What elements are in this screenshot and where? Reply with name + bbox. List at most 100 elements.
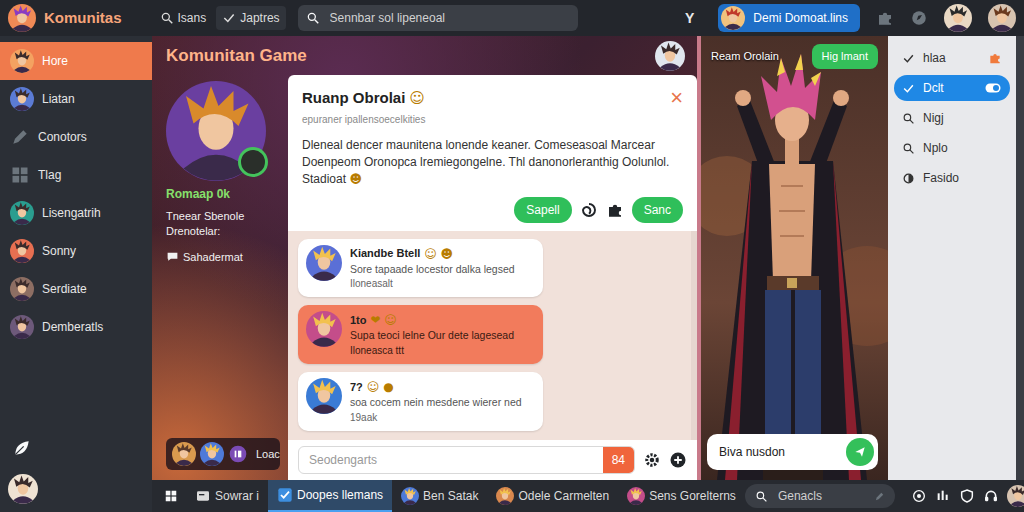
side-menu-item[interactable]: Fasido	[894, 165, 1010, 191]
count-badge[interactable]: 84	[603, 446, 634, 474]
gear-icon[interactable]	[643, 451, 661, 469]
close-button[interactable]: ×	[670, 87, 683, 109]
dot-icon[interactable]	[911, 488, 927, 504]
message-item[interactable]: 7?☺ ●soa cocem nein mesdene wierer ned19…	[298, 372, 543, 431]
sidebar-label[interactable]: Serdiate	[42, 280, 87, 298]
taskbar-label[interactable]: Doopes llemans	[297, 486, 383, 504]
sidebar-label[interactable]: Liatan	[42, 90, 75, 108]
member-avatar-icon[interactable]	[655, 41, 685, 71]
taskbar-item[interactable]: Sowrar i	[186, 480, 268, 512]
side-menu-label[interactable]: Fasido	[923, 169, 959, 187]
sidebar-label[interactable]: Lisengatrih	[42, 204, 101, 222]
puzzle-icon[interactable]	[876, 9, 894, 27]
sidebar-label[interactable]: Conotors	[38, 128, 87, 146]
taskbar-item[interactable]: Ben Satak	[392, 480, 487, 512]
gallery-label[interactable]: Loac	[256, 446, 280, 463]
side-menu-item[interactable]: hlaa	[894, 45, 1010, 71]
profile-avatar[interactable]	[166, 81, 266, 181]
badge-icon[interactable]	[228, 444, 248, 464]
sidebar-item[interactable]: Sonny	[0, 232, 152, 270]
search-field[interactable]	[298, 5, 578, 31]
thumbnail-icon[interactable]	[200, 442, 224, 466]
leaf-icon[interactable]	[12, 438, 32, 458]
sidebar-label[interactable]: Demberatls	[42, 318, 103, 336]
taskbar-search-input[interactable]	[776, 486, 866, 506]
profile-avatar-icon[interactable]	[8, 474, 38, 504]
taskbar-label[interactable]: Sens Gorelterns	[649, 487, 736, 505]
profile-name[interactable]: Romaap 0k	[166, 185, 280, 203]
sidebar-item[interactable]: Demberatls	[0, 308, 152, 346]
shield-icon[interactable]	[959, 488, 975, 504]
filter-button[interactable]: Y	[685, 8, 694, 29]
top-link-label[interactable]: Isans	[178, 9, 207, 27]
side-menu-label[interactable]: hlaa	[923, 49, 946, 67]
sidebar-item[interactable]: Serdiate	[0, 270, 152, 308]
message-input[interactable]	[307, 450, 603, 470]
sidebar-label[interactable]: Tlag	[38, 166, 61, 184]
taskbar-item[interactable]: Odele Carmelten	[487, 480, 618, 512]
taskbar-item[interactable]: Doopes llemans	[268, 480, 392, 512]
taskbar-search[interactable]	[745, 484, 895, 508]
puzzle-icon[interactable]	[606, 201, 624, 219]
side-menu-item[interactable]: Dclt	[894, 75, 1010, 101]
headset-icon[interactable]	[983, 488, 999, 504]
message-item[interactable]: 1to❤ ☺Supa teoci lelne Our dete lagesead…	[298, 305, 543, 364]
friend-avatar-icon[interactable]	[944, 4, 972, 32]
sidebar-item[interactable]: Conotors	[0, 118, 152, 156]
taskbar-item[interactable]: Sens Gorelterns	[618, 480, 745, 512]
user-avatar-icon[interactable]	[988, 4, 1016, 32]
side-menu-label[interactable]: Nigj	[923, 109, 944, 127]
side-menu-label[interactable]: Nplo	[923, 139, 948, 157]
toggle-icon[interactable]	[984, 79, 1002, 97]
gallery-strip[interactable]: Loac	[166, 438, 280, 470]
stream-input[interactable]	[717, 442, 838, 462]
account-avatar-icon	[721, 6, 745, 30]
sidebar-item[interactable]: Liatan	[0, 80, 152, 118]
swirl-icon[interactable]	[580, 201, 598, 219]
account-chip[interactable]: Demi Domoat.lins	[718, 4, 860, 32]
sidebar-label[interactable]: Hore	[42, 52, 68, 70]
profile-link[interactable]: Sahadermat	[166, 249, 280, 266]
logo-icon[interactable]	[8, 4, 36, 32]
sidebar-item[interactable]: Lisengatrih	[0, 194, 152, 232]
stream-action-button[interactable]: Hig lmant	[812, 44, 878, 69]
send-button[interactable]: Sanc	[632, 197, 683, 223]
compass-icon[interactable]	[910, 9, 928, 27]
top-right: Y Demi Domoat.lins	[685, 4, 1016, 32]
taskbar-label[interactable]: Ben Satak	[423, 487, 478, 505]
message-item[interactable]: Kiandbe Btell☺ ☻Sore tapaade locestor da…	[298, 239, 543, 298]
thumbnail-icon[interactable]	[172, 442, 196, 466]
avatar-icon	[10, 87, 34, 111]
app-brand[interactable]: Komunitas	[44, 7, 122, 30]
profile-link-label[interactable]: Sahadermat	[183, 249, 243, 266]
bars-icon[interactable]	[935, 488, 951, 504]
taskbar-label[interactable]: Sowrar i	[215, 487, 259, 505]
app-window: Komunitas Isans Japtres Y Demi Domoat.lins Ho…	[0, 0, 1024, 512]
send-button[interactable]	[846, 438, 874, 466]
top-link[interactable]: Isans	[154, 6, 213, 30]
tray-avatar-icon[interactable]	[1007, 485, 1024, 507]
top-link-label[interactable]: Japtres	[240, 9, 279, 27]
plus-icon[interactable]	[669, 451, 687, 469]
sidebar-item[interactable]: Hore	[0, 42, 152, 80]
sender-avatar-icon	[306, 378, 342, 414]
taskbar-label[interactable]: Odele Carmelten	[518, 487, 609, 505]
top-link[interactable]: Japtres	[216, 6, 285, 30]
tray-icons	[911, 485, 1024, 507]
community-body: Romaap 0kTneear Sbenole Drenotelar:Sahad…	[152, 75, 697, 480]
save-button[interactable]: Sapell	[514, 197, 571, 223]
sidebar-item[interactable]: Tlag	[0, 156, 152, 194]
composer-field[interactable]: 84	[298, 446, 635, 474]
message-content: Kiandbe Btell☺ ☻Sore tapaade locestor da…	[350, 245, 515, 292]
search-input[interactable]	[328, 8, 570, 28]
grid-icon[interactable]	[164, 489, 178, 503]
puzzle-icon[interactable]	[988, 51, 1002, 65]
side-menu-item[interactable]: Nigj	[894, 105, 1010, 131]
check-icon	[902, 82, 915, 95]
side-menu-item[interactable]: Nplo	[894, 135, 1010, 161]
sidebar-label[interactable]: Sonny	[42, 242, 76, 260]
chat-dialog: Ruanp Obrolai☺×epuraner ipallensoecelkit…	[288, 75, 697, 480]
scrollbar[interactable]	[1016, 36, 1024, 480]
side-menu-label[interactable]: Dclt	[923, 79, 944, 97]
account-name[interactable]: Demi Domoat.lins	[753, 9, 848, 27]
